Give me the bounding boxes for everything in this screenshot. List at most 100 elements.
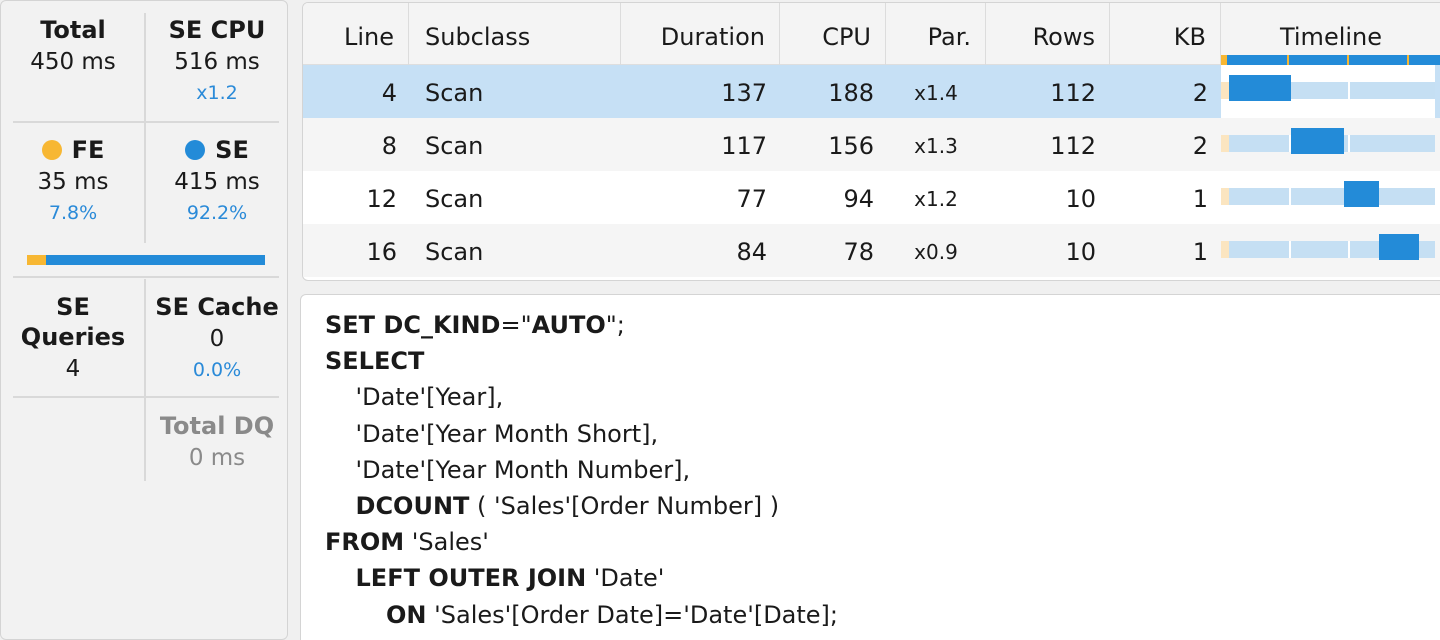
timeline-fe-marker [1407,55,1409,65]
total-dq-value: 0 ms [188,445,246,471]
timeline-bar [1290,128,1345,154]
fe-value: 35 ms [37,169,109,195]
fe-label: FE [71,136,105,164]
query-line: SELECT [325,343,838,379]
query-keyword: FROM [325,528,405,557]
total-dq-metric: Total DQ 0 ms [147,411,287,475]
column-header-kb[interactable]: KB [1110,3,1221,65]
cell-subclass: Scan [425,132,484,160]
fe-ratio-fill [27,255,46,265]
total-label: Total [40,16,106,44]
cell-cpu: 188 [828,79,874,107]
query-keyword: DCOUNT [355,491,470,520]
cell-par: x1.2 [914,187,958,211]
cell-line: 12 [366,185,397,213]
query-text: 'Sales'[Order Date]='Date'[Date]; [426,600,838,629]
timeline-bar [1344,181,1380,207]
se-percent: 92.2% [186,202,248,224]
query-text: ( 'Sales'[Order Number] ) [469,491,780,520]
column-header-cpu[interactable]: CPU [780,3,886,65]
se-queries-value: 4 [65,356,81,382]
timeline-bar [1229,75,1291,101]
timeline-fe-gap [1221,135,1229,152]
cell-duration: 117 [721,132,767,160]
query-text: 'Date'[Year], [325,383,504,412]
se-queries-label: SE Queries [20,293,126,351]
query-text: 'Sales' [404,528,489,557]
fe-dot-icon [41,140,62,160]
timeline-fe-gap [1221,241,1229,258]
timeline-cell [1221,171,1435,224]
cell-cpu: 94 [843,185,874,213]
timeline-gridline [1348,82,1351,99]
query-text: 'Date'[Year Month Number], [325,455,691,484]
timeline-gridline [1288,188,1291,205]
cell-line: 8 [381,132,397,160]
total-value: 450 ms [30,49,116,75]
cell-par: x0.9 [914,240,958,264]
total-metric: Total 450 ms [3,15,143,79]
fe-se-ratio-bar [27,255,265,265]
query-text [325,564,356,592]
timeline-cell [1221,118,1435,171]
timeline-fe-gap [1221,82,1229,99]
timeline-fe-marker [1347,55,1349,65]
cell-par: x1.4 [914,81,958,105]
query-text: "; [605,311,625,339]
column-header-timeline[interactable]: Timeline [1221,3,1440,65]
column-header-par[interactable]: Par. [886,3,986,65]
timeline-fe-marker [1221,55,1227,65]
timeline-bar [1379,234,1419,260]
query-line: FROM 'Sales' [325,524,838,560]
table-row[interactable]: 4 Scan 137 188 x1.4 112 2 [303,65,1440,118]
table-row[interactable]: 16 Scan 84 78 x0.9 10 1 [303,224,1440,277]
query-line: SET DC_KIND="AUTO"; [325,307,838,343]
total-dq-label: Total DQ [159,412,275,440]
query-text: =" [500,311,532,339]
se-cache-percent: 0.0% [192,359,242,381]
cell-line: 16 [366,238,397,266]
column-header-subclass[interactable]: Subclass [409,3,621,65]
table-row[interactable]: 8 Scan 117 156 x1.3 112 2 [303,118,1440,171]
timeline-overview-strip [1221,55,1440,65]
cell-kb: 1 [1192,238,1208,266]
se-queries-table: Line Subclass Duration CPU Par. Rows KB … [302,2,1440,281]
se-metric: SE 415 ms 92.2% [147,135,287,227]
query-text-panel[interactable]: SET DC_KIND="AUTO"; SELECT 'Date'[Year], … [300,294,1440,640]
timeline-track [1229,188,1435,205]
column-header-duration[interactable]: Duration [621,3,780,65]
table-row[interactable]: 12 Scan 77 94 x1.2 10 1 [303,171,1440,224]
query-line: DCOUNT ( 'Sales'[Order Number] ) [325,488,838,524]
cell-rows: 10 [1065,238,1096,266]
cell-subclass: Scan [425,79,484,107]
cell-subclass: Scan [425,185,484,213]
timeline-cell [1221,65,1435,118]
cell-kb: 2 [1192,79,1208,107]
query-line: 'Date'[Year Month Short], [325,416,838,452]
query-text: 'Date'[Year Month Short], [325,419,659,448]
se-cpu-label: SE CPU [168,16,266,44]
cell-line: 4 [381,79,397,107]
column-header-line[interactable]: Line [303,3,409,65]
cell-subclass: Scan [425,238,484,266]
query-keyword: SELECT [325,347,425,376]
query-line: ON 'Sales'[Order Date]='Date'[Date]; [325,597,838,633]
server-timings-metrics-panel: Total 450 ms SE CPU 516 ms x1.2 FE 35 ms… [0,0,288,640]
cell-duration: 77 [736,185,767,213]
cell-rows: 112 [1050,132,1096,160]
query-keyword: SET DC_KIND [325,311,501,339]
divider [144,279,146,481]
cell-kb: 2 [1192,132,1208,160]
divider [13,396,279,398]
se-cpu-value: 516 ms [174,49,260,75]
timeline-gridline [1348,135,1351,152]
timeline-gridline [1348,241,1351,258]
query-text [325,601,386,629]
column-header-rows[interactable]: Rows [986,3,1110,65]
timeline-gridline [1288,241,1291,258]
cell-rows: 10 [1065,185,1096,213]
table-header: Line Subclass Duration CPU Par. Rows KB … [303,3,1440,65]
se-cache-metric: SE Cache 0 0.0% [147,292,287,384]
cell-cpu: 156 [828,132,874,160]
cell-par: x1.3 [914,134,958,158]
